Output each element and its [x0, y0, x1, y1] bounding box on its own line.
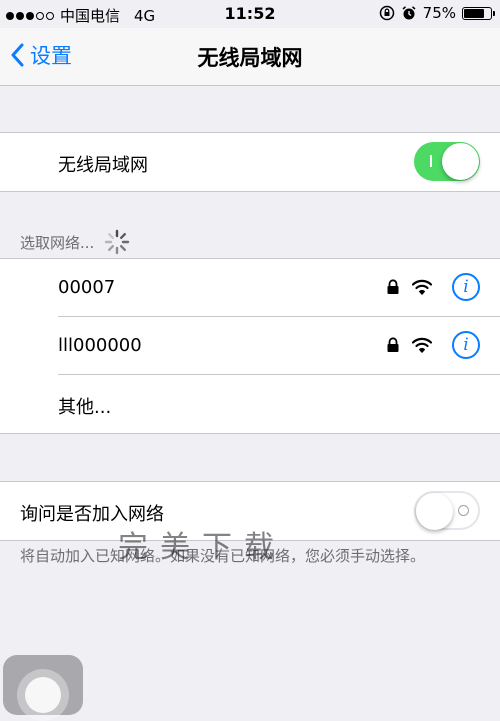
- lock-icon: [387, 337, 399, 352]
- network-name: lll000000: [58, 335, 142, 356]
- battery-icon: [462, 6, 495, 20]
- wifi-toggle-group: 无线局域网: [0, 132, 500, 192]
- chevron-left-icon: [11, 43, 24, 67]
- network-row[interactable]: lll000000 i: [0, 317, 500, 375]
- networks-list: 00007 i lll000000 i 其他...: [0, 258, 500, 434]
- other-network-label: 其他...: [58, 397, 112, 418]
- networks-header-text: 选取网络...: [20, 233, 95, 252]
- status-right: 75%: [379, 4, 495, 22]
- wifi-switch[interactable]: [414, 142, 480, 181]
- info-icon[interactable]: i: [452, 331, 480, 359]
- page-title: 无线局域网: [197, 46, 303, 70]
- status-bar: 中国电信 4G 11:52 75%: [0, 0, 500, 28]
- assistive-touch-icon: [17, 669, 69, 721]
- switch-knob: [442, 143, 479, 180]
- battery-fill: [464, 8, 484, 18]
- watermark-text: 完美下载: [118, 530, 286, 565]
- network-row[interactable]: 00007 i: [0, 259, 500, 317]
- other-network-row[interactable]: 其他...: [0, 375, 500, 433]
- navigation-bar: 设置 无线局域网: [0, 28, 500, 86]
- info-icon[interactable]: i: [452, 273, 480, 301]
- loading-spinner-icon: [105, 229, 130, 255]
- network-icons: i: [386, 331, 480, 359]
- network-name: 00007: [58, 277, 116, 298]
- wifi-toggle-label: 无线局域网: [58, 155, 148, 176]
- lock-icon: [387, 279, 399, 294]
- networks-section-header: 选取网络...: [20, 229, 130, 255]
- assistive-touch-button[interactable]: [3, 655, 83, 721]
- battery-percent: 75%: [422, 4, 456, 22]
- wifi-signal-icon: [412, 279, 432, 295]
- wifi-toggle-row: 无线局域网: [0, 133, 500, 191]
- alarm-icon: [402, 6, 416, 20]
- ask-join-switch[interactable]: [414, 491, 480, 530]
- switch-on-mark: [430, 155, 432, 167]
- wifi-signal-icon: [412, 337, 432, 353]
- back-label: 设置: [30, 44, 72, 68]
- network-icons: i: [386, 273, 480, 301]
- rotation-lock-icon: [379, 5, 394, 21]
- switch-knob: [416, 493, 453, 530]
- switch-off-mark: [458, 505, 469, 516]
- back-button[interactable]: 设置: [10, 40, 72, 70]
